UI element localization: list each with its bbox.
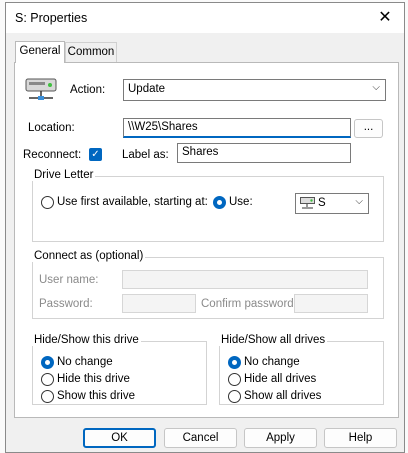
hide-show-all-title: Hide/Show all drives bbox=[219, 334, 328, 346]
first-available-label: Use first available, starting at: bbox=[57, 196, 208, 208]
first-available-radio[interactable] bbox=[41, 196, 54, 209]
hide-show-this-title: Hide/Show this drive bbox=[32, 334, 141, 346]
this-no-change-label: No change bbox=[57, 356, 113, 368]
tab-common-label: Common bbox=[67, 46, 115, 58]
password-label: Password: bbox=[39, 298, 93, 310]
action-value: Update bbox=[128, 83, 166, 95]
label-as-input[interactable]: Shares bbox=[177, 143, 351, 163]
show-this-drive-radio[interactable] bbox=[41, 390, 54, 403]
apply-button[interactable]: Apply bbox=[244, 428, 317, 448]
hide-all-drives-label: Hide all drives bbox=[244, 373, 317, 385]
close-icon[interactable]: ✕ bbox=[374, 7, 396, 29]
hide-all-drives-radio[interactable] bbox=[228, 373, 241, 386]
label-as-value: Shares bbox=[182, 146, 219, 158]
cancel-label: Cancel bbox=[182, 432, 219, 444]
help-button[interactable]: Help bbox=[324, 428, 397, 448]
action-label: Action: bbox=[70, 84, 106, 96]
confirm-password-input[interactable] bbox=[294, 294, 368, 313]
window-title: S: Properties bbox=[15, 11, 88, 25]
reconnect-checkbox[interactable]: ✓ bbox=[89, 148, 102, 161]
general-panel: Action: Update ⌵ Location: \\W25\Shares … bbox=[14, 62, 399, 418]
all-no-change-label: No change bbox=[244, 356, 300, 368]
tab-general[interactable]: General bbox=[15, 41, 65, 63]
drive-letter-value: S bbox=[318, 197, 326, 209]
browse-label: ... bbox=[363, 121, 374, 133]
network-drive-icon bbox=[25, 78, 57, 100]
tab-common[interactable]: Common bbox=[65, 42, 117, 62]
cancel-button[interactable]: Cancel bbox=[164, 428, 237, 448]
all-no-change-radio[interactable] bbox=[228, 356, 241, 369]
show-this-drive-label: Show this drive bbox=[57, 390, 135, 402]
hide-this-drive-label: Hide this drive bbox=[57, 373, 130, 385]
drive-letter-select[interactable]: S ⌵ bbox=[295, 193, 369, 214]
connect-as-title: Connect as (optional) bbox=[32, 250, 146, 262]
browse-button[interactable]: ... bbox=[354, 119, 383, 138]
apply-label: Apply bbox=[266, 432, 295, 444]
confirm-password-label: Confirm password: bbox=[201, 298, 297, 310]
this-no-change-radio[interactable] bbox=[41, 356, 54, 369]
hide-this-drive-radio[interactable] bbox=[41, 373, 54, 386]
show-all-drives-radio[interactable] bbox=[228, 390, 241, 403]
username-input[interactable] bbox=[122, 270, 368, 289]
chevron-down-icon: ⌵ bbox=[355, 196, 363, 207]
show-all-drives-label: Show all drives bbox=[244, 390, 322, 402]
drive-letter-title: Drive Letter bbox=[32, 169, 96, 181]
reconnect-label: Reconnect: bbox=[23, 149, 82, 161]
password-input[interactable] bbox=[122, 294, 196, 313]
use-label: Use: bbox=[229, 196, 253, 208]
label-as-label: Label as: bbox=[122, 149, 169, 161]
ok-label: OK bbox=[111, 432, 128, 444]
location-label: Location: bbox=[28, 122, 75, 134]
location-input[interactable]: \\W25\Shares bbox=[123, 118, 351, 138]
properties-dialog: S: Properties ✕ General Common Action: U… bbox=[5, 2, 405, 453]
chevron-down-icon: ⌵ bbox=[372, 82, 380, 93]
username-label: User name: bbox=[39, 274, 99, 286]
location-value: \\W25\Shares bbox=[128, 121, 198, 133]
use-drive-radio[interactable] bbox=[213, 196, 226, 209]
drive-icon bbox=[300, 197, 315, 209]
help-label: Help bbox=[348, 432, 373, 444]
title-bar: S: Properties ✕ bbox=[6, 3, 404, 33]
ok-button[interactable]: OK bbox=[83, 428, 156, 448]
action-select[interactable]: Update ⌵ bbox=[123, 79, 386, 101]
tab-general-label: General bbox=[19, 45, 61, 57]
